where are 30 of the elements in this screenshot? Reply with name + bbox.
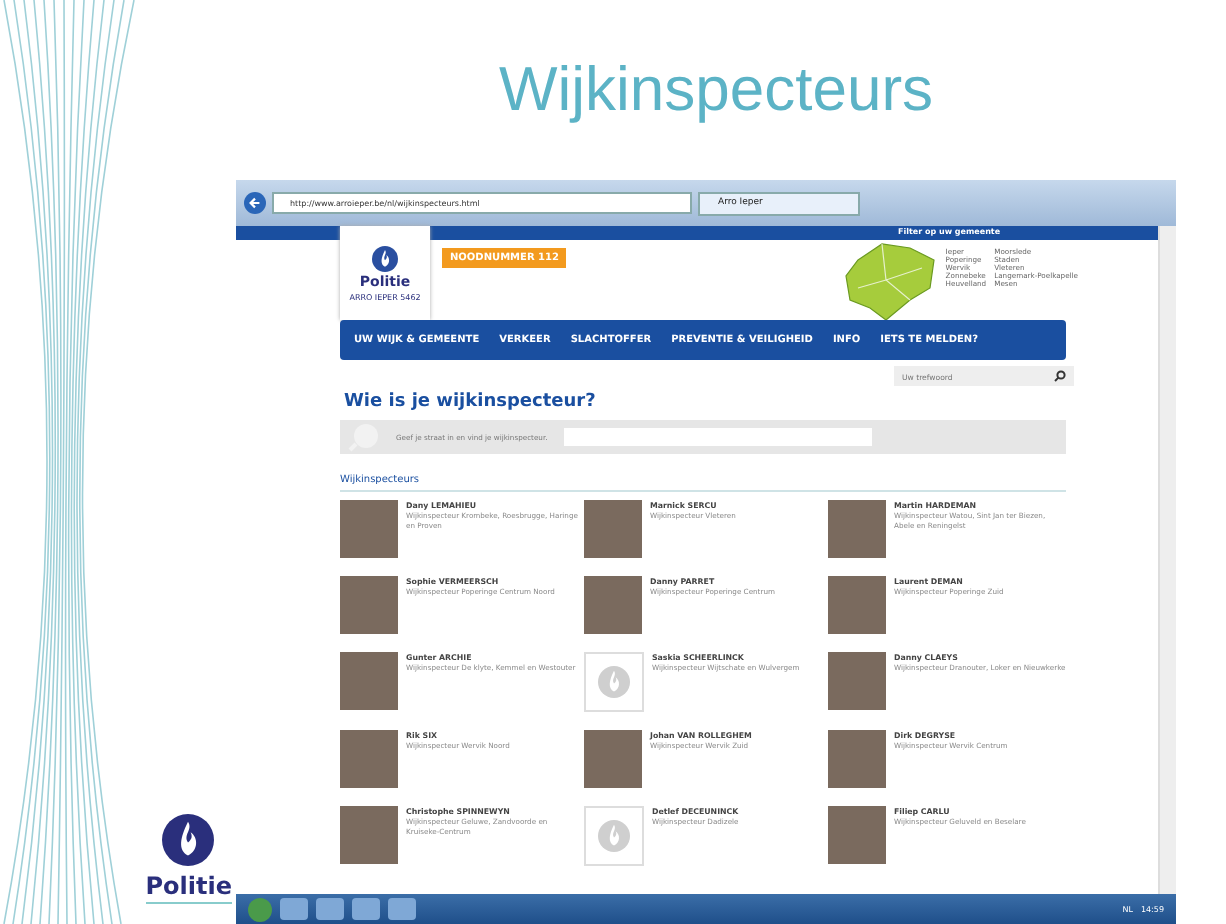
taskbar-app-icon[interactable]	[280, 898, 308, 920]
scrollbar[interactable]	[1158, 226, 1176, 894]
region-map-drawing[interactable]	[841, 240, 938, 320]
photo-placeholder	[828, 500, 886, 558]
photo-placeholder	[584, 730, 642, 788]
photo-placeholder	[340, 652, 398, 710]
page-heading: Wie is je wijkinspecteur?	[344, 392, 598, 412]
taskbar-app-icon[interactable]	[352, 898, 380, 920]
photo-placeholder	[828, 576, 886, 634]
photo-placeholder	[340, 806, 398, 864]
start-orb-icon[interactable]	[248, 897, 272, 921]
photo-placeholder	[828, 730, 886, 788]
search-icon[interactable]	[1054, 370, 1066, 382]
footer-logo-text: Politie	[145, 872, 232, 904]
slide-title: Wijkinspecteurs	[496, 52, 936, 128]
flame-logo-icon	[598, 666, 630, 698]
photo-placeholder	[340, 730, 398, 788]
taskbar-app-icon[interactable]	[388, 898, 416, 920]
back-arrow-icon[interactable]	[244, 192, 266, 214]
photo-placeholder	[340, 500, 398, 558]
photo-placeholder	[584, 576, 642, 634]
photo-placeholder	[828, 652, 886, 710]
photo-placeholder	[828, 806, 886, 864]
police-flame-logo-icon	[162, 814, 215, 866]
flame-logo-icon	[598, 820, 630, 852]
photo-placeholder	[340, 576, 398, 634]
photo-placeholder	[584, 500, 642, 558]
taskbar-app-icon[interactable]	[316, 898, 344, 920]
police-flame-icon	[372, 245, 398, 271]
street-input-field[interactable]	[563, 428, 872, 446]
